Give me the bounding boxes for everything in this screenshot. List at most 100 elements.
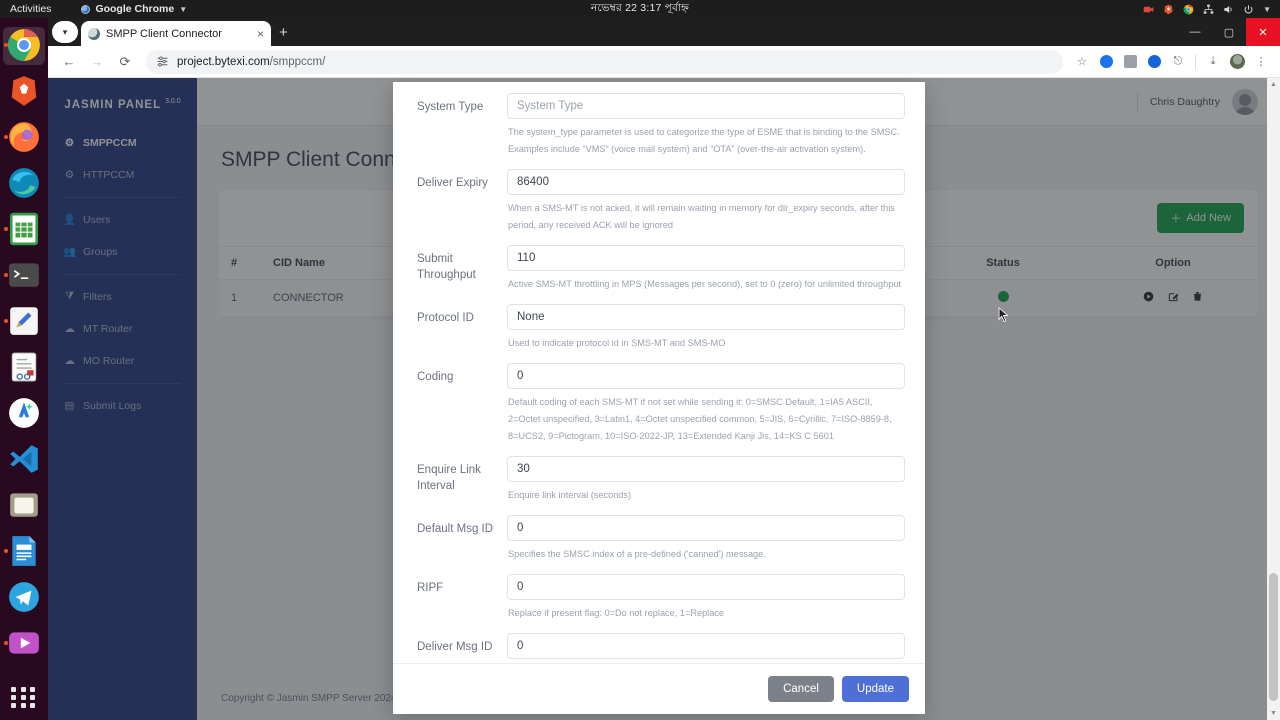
new-tab-button[interactable]: + — [279, 24, 288, 41]
power-icon[interactable] — [1243, 4, 1254, 15]
extension-blue-icon[interactable] — [1095, 51, 1117, 73]
brave-icon[interactable] — [1163, 4, 1174, 15]
field-ripf: RIPF Replace if present flag: 0=Do not r… — [407, 563, 911, 622]
reload-icon[interactable]: ⟳ — [112, 49, 138, 75]
omnibox-toolbar: ← → ⟳ project.bytexi.com/smppccm/ ☆ ⎋ ⤓ … — [48, 46, 1280, 78]
chrome-window: ▾ SMPP Client Connector × + — ▢ ✕ ← → ⟳ … — [48, 18, 1280, 720]
system-type-input[interactable] — [507, 93, 905, 119]
field-submit-throughput: Submit Throughput Active SMS-MT throttli… — [407, 234, 911, 293]
dock-item-brave-browser[interactable] — [2, 68, 46, 114]
site-settings-icon[interactable] — [156, 55, 169, 68]
volume-icon[interactable] — [1223, 4, 1234, 15]
gnome-top-bar: Activities Google Chrome ▼ নভেম্বর 22 3:… — [0, 0, 1280, 18]
system-tray: ▼ — [1143, 4, 1271, 15]
field-label: Deliver Expiry — [417, 177, 488, 190]
close-tab-icon[interactable]: × — [257, 28, 264, 40]
screen-record-icon[interactable] — [1143, 4, 1154, 15]
text-editor-icon — [10, 307, 38, 335]
dock-item-firefox[interactable] — [2, 114, 46, 160]
document-viewer-icon — [11, 352, 37, 382]
ripf-input[interactable] — [507, 574, 905, 601]
running-indicator — [4, 227, 8, 231]
address-bar[interactable]: project.bytexi.com/smppccm/ — [146, 49, 1063, 74]
back-icon[interactable]: ← — [56, 49, 82, 75]
dock-item-text-editor[interactable] — [2, 298, 46, 344]
activities-button[interactable]: Activities — [10, 3, 51, 15]
chrome-icon — [8, 29, 40, 61]
field-label: Protocol ID — [417, 312, 474, 325]
field-default-msg-id: Default Msg ID Specifies the SMSC index … — [407, 504, 911, 563]
screen: Activities Google Chrome ▼ নভেম্বর 22 3:… — [0, 0, 1280, 720]
field-label: Default Msg ID — [417, 523, 494, 536]
calc-icon — [9, 212, 39, 246]
dock-item-microsoft-edge[interactable] — [2, 160, 46, 206]
chevron-down-icon[interactable]: ▼ — [1263, 5, 1271, 14]
chrome-icon — [81, 4, 91, 14]
dock-item-terminal[interactable] — [2, 252, 46, 298]
deliver-expiry-input[interactable] — [507, 169, 905, 196]
app-menu-label: Google Chrome — [95, 3, 175, 15]
video-player-icon — [9, 632, 39, 654]
chrome-icon[interactable] — [1183, 4, 1194, 15]
protocol-id-input[interactable] — [507, 304, 905, 331]
scrollbar-thumb[interactable] — [1269, 573, 1278, 701]
update-button[interactable]: Update — [841, 676, 909, 702]
tab-title: SMPP Client Connector — [106, 27, 222, 40]
close-window-button[interactable]: ✕ — [1246, 18, 1280, 46]
mouse-cursor — [998, 307, 1009, 323]
url-host: project.bytexi.com — [177, 55, 270, 68]
enquire-link-interval-input[interactable] — [507, 456, 905, 483]
page-viewport: JASMIN PANEL 3.0.0 ⚙ SMPPCCM ⚙ HTTPCCM 👤 — [48, 78, 1280, 720]
running-indicator — [4, 135, 8, 139]
download-icon[interactable]: ⤓ — [1202, 51, 1224, 73]
field-help: Used to indicate protocol id in SMS-MT a… — [508, 338, 726, 349]
dock-item-libreoffice-calc[interactable] — [2, 206, 46, 252]
dock-item-vs-code[interactable] — [2, 436, 46, 482]
clock[interactable]: নভেম্বর 22 3:17 পূর্বাহ্ন — [0, 1, 1280, 18]
dock-item-android-studio[interactable] — [2, 390, 46, 436]
network-icon[interactable] — [1203, 4, 1214, 15]
deliver-msg-id-input[interactable] — [507, 633, 905, 660]
page-scrollbar[interactable]: ▲ ▼ — [1267, 78, 1280, 720]
profile-avatar[interactable] — [1226, 51, 1248, 73]
vs-code-icon — [10, 445, 38, 473]
minimize-button[interactable]: — — [1178, 18, 1212, 46]
submit-throughput-input[interactable] — [507, 245, 905, 272]
dock-item-document-viewer[interactable] — [2, 344, 46, 390]
field-label: Coding — [417, 371, 454, 384]
kebab-menu-icon[interactable]: ⋮ — [1250, 51, 1272, 73]
dock-item-video-player[interactable] — [2, 620, 46, 666]
tab-search-button[interactable]: ▾ — [52, 21, 78, 43]
bookmark-star-icon[interactable]: ☆ — [1071, 51, 1093, 73]
telegram-icon — [9, 582, 39, 612]
field-help: The system_type parameter is used to cat… — [508, 127, 900, 155]
running-indicator — [4, 273, 8, 277]
maximize-button[interactable]: ▢ — [1212, 18, 1246, 46]
dock-item-libreoffice-writer[interactable] — [2, 528, 46, 574]
url-path: /smppccm/ — [269, 55, 326, 68]
running-indicator — [4, 549, 8, 553]
field-coding: Coding Default coding of each SMS-MT if … — [407, 352, 911, 445]
field-label: RIPF — [417, 582, 444, 595]
browser-tab[interactable]: SMPP Client Connector × — [81, 21, 271, 46]
scroll-up-arrow[interactable]: ▲ — [1267, 78, 1280, 91]
extension-cyan-icon[interactable] — [1143, 51, 1165, 73]
field-enquire-link-interval: Enquire Link Interval Enquire link inter… — [407, 445, 911, 504]
dock-item-google-chrome[interactable] — [2, 22, 46, 68]
extension-fb-icon[interactable] — [1119, 51, 1141, 73]
app-menu[interactable]: Google Chrome ▼ — [81, 3, 187, 15]
field-help: Specifies the SMSC index of a pre-define… — [508, 549, 766, 560]
dock-item-files[interactable] — [2, 482, 46, 528]
field-label: Enquire Link Interval — [417, 464, 481, 492]
share-icon[interactable]: ⎋ — [1167, 51, 1189, 73]
scroll-down-arrow[interactable]: ▼ — [1267, 707, 1280, 720]
show-applications-button[interactable] — [11, 684, 37, 710]
brave-icon — [11, 76, 37, 106]
cancel-button[interactable]: Cancel — [768, 676, 834, 702]
dock-item-telegram[interactable] — [2, 574, 46, 620]
field-help: When a SMS-MT is not acked, it will rema… — [508, 203, 895, 231]
field-help: Replace if present flag: 0=Do not replac… — [508, 608, 725, 619]
coding-input[interactable] — [507, 363, 905, 390]
default-msg-id-input[interactable] — [507, 515, 905, 542]
forward-icon[interactable]: → — [84, 49, 110, 75]
